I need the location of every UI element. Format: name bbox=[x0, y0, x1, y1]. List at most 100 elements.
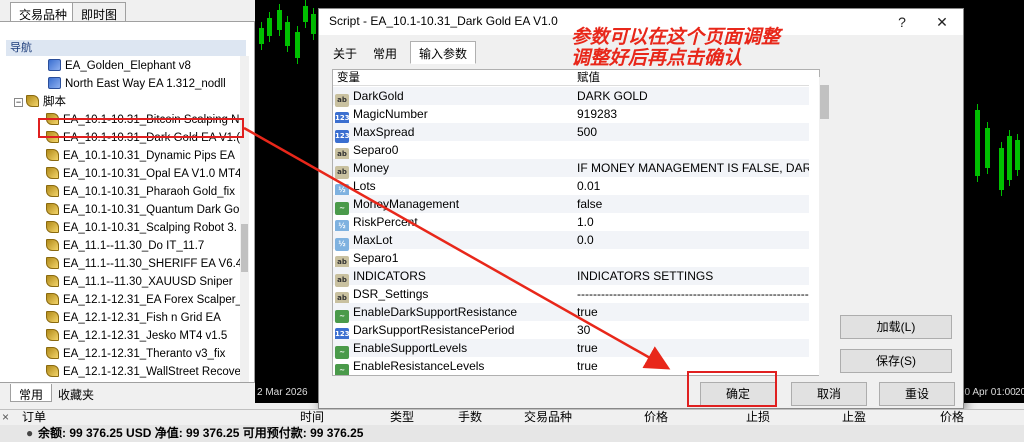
parameter-row[interactable]: ½ MaxLot 0.0 bbox=[333, 231, 809, 251]
parameter-row[interactable]: 123 MaxSpread 500 bbox=[333, 123, 809, 143]
tree-item[interactable]: EA_10.1-10.31_Pharaoh Gold_fix bbox=[46, 183, 235, 201]
order-header-bar: × 订单 时间 类型 手数 交易品种 价格 止损 止盈 价格 bbox=[0, 409, 1024, 425]
parameter-row[interactable]: ab DarkGold DARK GOLD bbox=[333, 87, 809, 107]
candle-body bbox=[311, 14, 316, 34]
tree-item[interactable]: EA_11.1--11.30_XAUUSD Sniper bbox=[46, 273, 233, 291]
collapse-icon[interactable]: − bbox=[14, 98, 23, 107]
parameter-name: 123 MagicNumber bbox=[335, 105, 571, 125]
column-take-profit[interactable]: 止盈 bbox=[842, 410, 866, 425]
tab-common-settings[interactable]: 常用 bbox=[365, 42, 405, 63]
script-icon bbox=[46, 329, 59, 341]
parameter-value[interactable]: false bbox=[577, 195, 809, 213]
tree-item[interactable]: EA_11.1--11.30_Do IT_11.7 bbox=[46, 237, 204, 255]
parameter-value[interactable]: 500 bbox=[577, 123, 809, 141]
tree-item[interactable]: EA_Golden_Elephant v8 bbox=[48, 57, 191, 75]
tree-item-label: North East Way EA 1.312_nodll bbox=[65, 78, 226, 90]
parameter-row[interactable]: ab INDICATORS INDICATORS SETTINGS bbox=[333, 267, 809, 287]
tree-item[interactable]: EA_12.1-12.31_Jesko MT4 v1.5 bbox=[46, 327, 227, 345]
tab-common[interactable]: 常用 bbox=[10, 384, 53, 402]
expert-advisor-icon bbox=[48, 59, 61, 71]
column-time[interactable]: 时间 bbox=[300, 410, 324, 425]
tree-item-label: EA_10.1-10.31_Pharaoh Gold_fix bbox=[63, 186, 235, 198]
parameter-row[interactable]: ½ RiskPercent 1.0 bbox=[333, 213, 809, 233]
column-price[interactable]: 价格 bbox=[644, 410, 668, 425]
tree-item-label: EA_10.1-10.31_Dynamic Pips EA bbox=[63, 150, 235, 162]
tab-input-parameters[interactable]: 输入参数 bbox=[410, 41, 477, 64]
tree-item[interactable]: EA_12.1-12.31_Fish n Grid EA bbox=[46, 309, 221, 327]
parameters-scrollbar-thumb[interactable] bbox=[820, 85, 829, 119]
parameter-row[interactable]: ~ EnableSupportLevels true bbox=[333, 339, 809, 359]
tree-item[interactable]: EA_10.1-10.31_Opal EA V1.0 MT4 bbox=[46, 165, 241, 183]
parameter-row[interactable]: ½ Lots 0.01 bbox=[333, 177, 809, 197]
close-icon[interactable]: ✕ bbox=[927, 11, 957, 33]
script-icon bbox=[46, 221, 59, 233]
parameter-row[interactable]: ~ MoneyManagement false bbox=[333, 195, 809, 215]
parameter-value[interactable]: 0.01 bbox=[577, 177, 809, 195]
parameter-value[interactable]: ----------------------------------------… bbox=[577, 285, 809, 303]
parameter-row[interactable]: ab Separo0 bbox=[333, 141, 809, 161]
tree-item[interactable]: EA_12.1-12.31_Theranto v3_fix bbox=[46, 345, 225, 363]
parameter-value[interactable]: true bbox=[577, 303, 809, 321]
script-icon bbox=[46, 311, 59, 323]
parameter-row[interactable]: ab Money IF MONEY MANAGEMENT IS FALSE, DAR… bbox=[333, 159, 809, 179]
tab-tick-chart[interactable]: 即时图 bbox=[72, 2, 127, 22]
tree-item-label: EA_12.1-12.31_Fish n Grid EA bbox=[63, 312, 221, 324]
script-icon bbox=[46, 239, 59, 251]
parameter-row[interactable]: ab Separo1 bbox=[333, 249, 809, 269]
candle-body bbox=[267, 18, 272, 36]
tab-symbols[interactable]: 交易品种 bbox=[10, 2, 77, 22]
column-symbol[interactable]: 交易品种 bbox=[524, 410, 572, 425]
tree-item[interactable]: EA_10.1-10.31_Dynamic Pips EA bbox=[46, 147, 235, 165]
load-button[interactable]: 加载(L) bbox=[840, 315, 952, 339]
parameter-value[interactable]: IF MONEY MANAGEMENT IS FALSE, DARK ... bbox=[577, 159, 809, 177]
help-button[interactable]: ? bbox=[887, 11, 917, 33]
parameters-table: 变量 赋值 ab DarkGold DARK GOLD 123 MagicNumber 9… bbox=[332, 69, 820, 376]
parameter-row[interactable]: ab DSR_Settings --------------------------… bbox=[333, 285, 809, 305]
tree-item[interactable]: EA_12.1-12.31_EA Forex Scalper_ bbox=[46, 291, 242, 309]
parameters-header: 变量 赋值 bbox=[333, 70, 809, 86]
parameter-value[interactable]: DARK GOLD bbox=[577, 87, 809, 105]
orders-tab[interactable]: 订单 bbox=[22, 410, 46, 425]
annotation-line-2: 调整好后再点击确认 bbox=[571, 47, 743, 69]
candle-body bbox=[277, 10, 282, 30]
column-stop-loss[interactable]: 止损 bbox=[746, 410, 770, 425]
parameters-scrollbar[interactable] bbox=[819, 77, 831, 377]
navigator-scrollbar-thumb[interactable] bbox=[241, 224, 248, 272]
candle-body bbox=[1015, 140, 1020, 170]
parameter-row[interactable]: ~ EnableDarkSupportResistance true bbox=[333, 303, 809, 323]
parameter-name: 123 DarkSupportResistancePeriod bbox=[335, 321, 571, 341]
parameter-name: ½ MaxLot bbox=[335, 231, 571, 251]
column-type[interactable]: 类型 bbox=[390, 410, 414, 425]
parameter-row[interactable]: 123 MagicNumber 919283 bbox=[333, 105, 809, 125]
tree-item[interactable]: North East Way EA 1.312_nodll bbox=[48, 75, 226, 93]
script-icon bbox=[26, 95, 39, 107]
highlight-ok-button bbox=[687, 371, 777, 407]
tree-item-label: EA_11.1--11.30_XAUUSD Sniper bbox=[63, 276, 233, 288]
tree-folder-scripts[interactable]: − 脚本 bbox=[14, 93, 66, 111]
panel-top-tabs: 交易品种 即时图 bbox=[0, 0, 255, 22]
parameter-value[interactable]: 0.0 bbox=[577, 231, 809, 249]
column-price-current[interactable]: 价格 bbox=[940, 410, 964, 425]
parameter-value[interactable]: true bbox=[577, 339, 809, 357]
save-button[interactable]: 保存(S) bbox=[840, 349, 952, 373]
parameter-row[interactable]: 123 DarkSupportResistancePeriod 30 bbox=[333, 321, 809, 341]
column-lots[interactable]: 手数 bbox=[458, 410, 482, 425]
navigator-scrollbar[interactable] bbox=[240, 56, 249, 382]
tree-item[interactable]: EA_12.1-12.31_WallStreet Recove bbox=[46, 363, 241, 381]
parameter-value[interactable]: 1.0 bbox=[577, 213, 809, 231]
tree-item[interactable]: EA_11.1--11.30_SHERIFF EA V6.4 bbox=[46, 255, 242, 273]
tree-item-label: EA_12.1-12.31_Theranto v3_fix bbox=[63, 348, 226, 360]
column-header-param: 变量 bbox=[337, 72, 360, 84]
tab-about[interactable]: 关于 bbox=[325, 42, 365, 63]
tree-item[interactable]: EA_10.1-10.31_Scalping Robot 3. bbox=[46, 219, 237, 237]
parameter-value[interactable]: 919283 bbox=[577, 105, 809, 123]
parameter-value[interactable]: INDICATORS SETTINGS bbox=[577, 267, 809, 285]
parameter-value[interactable]: 30 bbox=[577, 321, 809, 339]
reset-button[interactable]: 重设 bbox=[879, 382, 955, 406]
tree-item[interactable]: EA_10.1-10.31_Quantum Dark Go bbox=[46, 201, 239, 219]
column-header-value: 赋值 bbox=[577, 72, 600, 84]
order-close-icon[interactable]: × bbox=[2, 410, 9, 425]
tree-item-label: EA_10.1-10.31_Opal EA V1.0 MT4 bbox=[63, 168, 242, 180]
cancel-button[interactable]: 取消 bbox=[791, 382, 867, 406]
tab-favorites[interactable]: 收藏夹 bbox=[50, 384, 102, 402]
